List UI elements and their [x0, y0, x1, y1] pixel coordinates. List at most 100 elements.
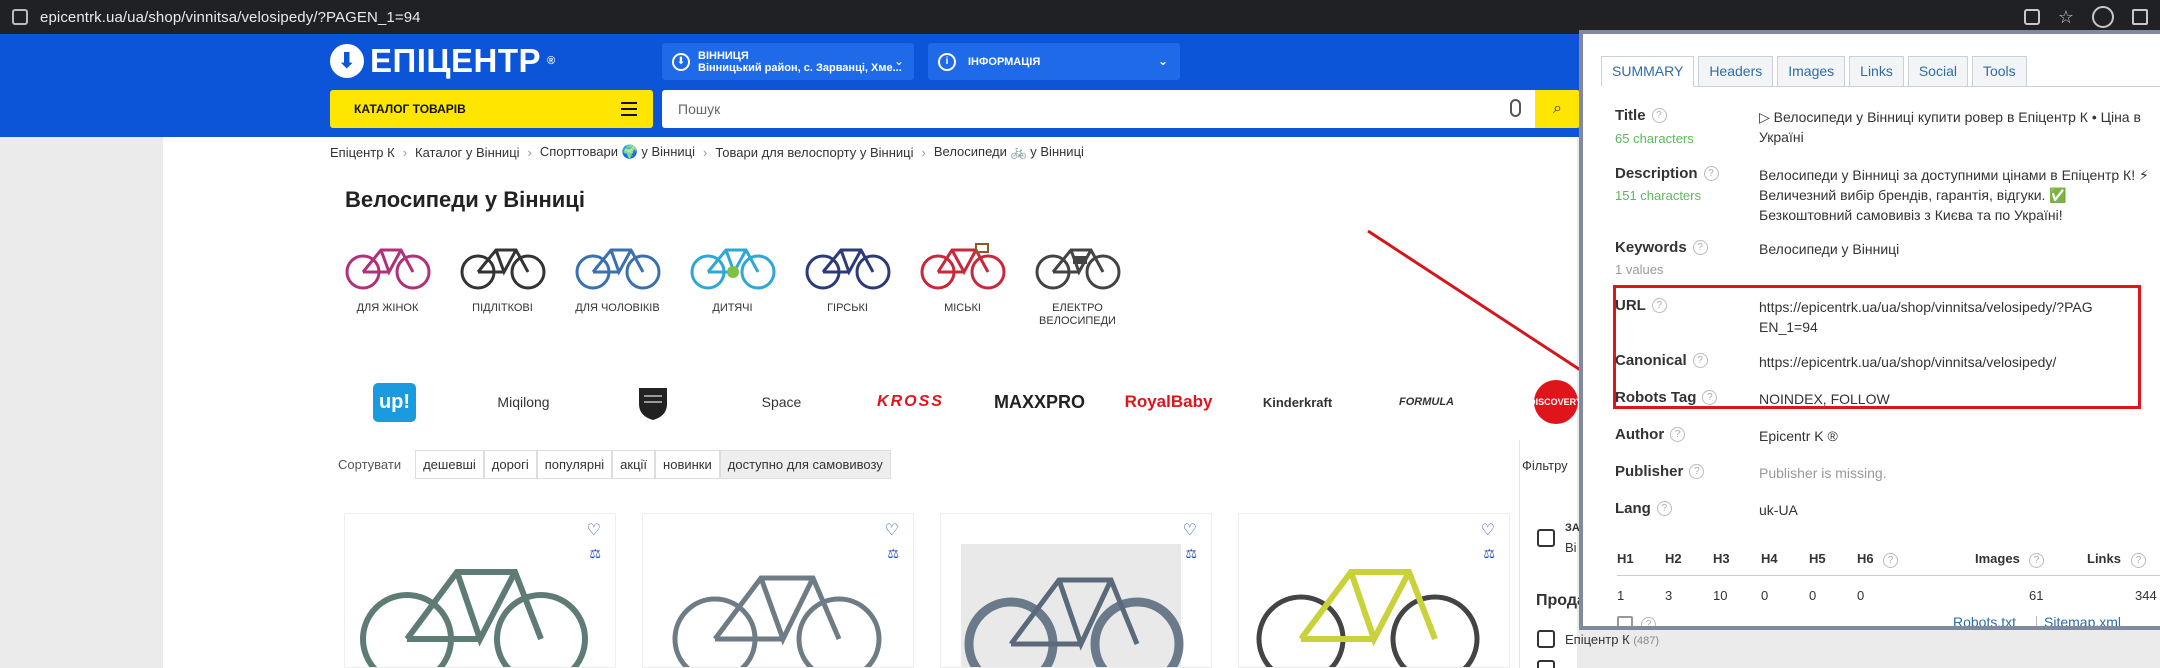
- sort-option[interactable]: новинки: [655, 450, 720, 479]
- help-icon: ?: [1692, 353, 1708, 368]
- help-icon: ?: [1670, 427, 1686, 442]
- compare-icon[interactable]: ⚖: [887, 546, 899, 562]
- category-label: ДЛЯ ЧОЛОВІКІВ: [575, 302, 660, 314]
- sort-option[interactable]: популярні: [536, 450, 613, 479]
- help-icon: ?: [1703, 166, 1719, 181]
- location-selector[interactable]: ⬇ ВІННИЦЯ Вінницький район, с. Зарванці,…: [662, 43, 914, 80]
- catalog-button[interactable]: КАТАЛОГ ТОВАРІВ: [330, 90, 653, 128]
- availability-checkbox[interactable]: [1537, 529, 1555, 547]
- category-label: ЕЛЕКТРО ВЕЛОСИПЕДИ: [1039, 302, 1116, 327]
- heading-count-label: H3: [1713, 551, 1730, 566]
- tab-images[interactable]: Images: [1777, 56, 1846, 87]
- search-button[interactable]: ⌕: [1535, 90, 1580, 128]
- catalog-label: КАТАЛОГ ТОВАРІВ: [354, 102, 466, 116]
- canonical-value[interactable]: https://epicentrk.ua/ua/shop/vinnitsa/ve…: [1759, 352, 2159, 372]
- search-icon: ⌕: [1553, 100, 1562, 117]
- seller-checkbox[interactable]: [1537, 660, 1555, 668]
- compare-icon[interactable]: ⚖: [1185, 546, 1197, 562]
- images-count-value: 61: [2029, 588, 2044, 603]
- category-item[interactable]: ДИТЯЧІ: [675, 230, 790, 328]
- globe-icon[interactable]: [2092, 6, 2114, 28]
- brand-item[interactable]: KROSS: [846, 368, 975, 436]
- brand-logo-kross: KROSS: [877, 393, 944, 410]
- keywords-count: 1 values: [1615, 262, 1664, 277]
- brand-item[interactable]: Kinderkraft: [1233, 368, 1362, 436]
- description-value: Велосипеди у Вінниці за доступними цінам…: [1759, 167, 2149, 223]
- heart-icon[interactable]: ♡: [587, 520, 601, 540]
- product-card[interactable]: ♡ ⚖: [344, 513, 616, 668]
- brand-item[interactable]: Miqilong: [459, 368, 588, 436]
- search-input[interactable]: Пошук: [662, 90, 1535, 128]
- extensions-icon[interactable]: [2132, 9, 2148, 25]
- sort-option[interactable]: доступно для самовивозу: [719, 450, 891, 479]
- product-card[interactable]: ♡ ⚖: [1238, 513, 1510, 668]
- brand-list: up! Miqilong Space KROSS MAXXPRO RoyalBa…: [330, 368, 1620, 436]
- bicycle-icon: [345, 248, 430, 290]
- seller-checkbox[interactable]: [1537, 630, 1555, 648]
- info-label: ІНФОРМАЦІЯ: [968, 55, 1041, 68]
- category-item[interactable]: ДЛЯ ЧОЛОВІКІВ: [560, 230, 675, 328]
- bookmark-star-icon[interactable]: ☆: [2058, 7, 2074, 28]
- category-item[interactable]: МІСЬКІ: [905, 230, 1020, 328]
- category-label: ГІРСЬКІ: [827, 302, 868, 314]
- breadcrumb-item[interactable]: Каталог у Вінниці: [415, 145, 520, 160]
- brand-item[interactable]: RoyalBaby: [1104, 368, 1233, 436]
- sort-option[interactable]: дешевші: [415, 450, 484, 479]
- chart-icon[interactable]: [1617, 616, 1633, 626]
- sort-option[interactable]: дорогі: [483, 450, 537, 479]
- brand-item[interactable]: up!: [330, 368, 459, 436]
- heading-count-value: 0: [1857, 588, 1865, 603]
- heart-icon[interactable]: ♡: [885, 520, 899, 540]
- category-item[interactable]: ГІРСЬКІ: [790, 230, 905, 328]
- url-field[interactable]: epicentrk.ua/ua/shop/vinnitsa/velosipedy…: [40, 9, 421, 26]
- title-key: Title?: [1615, 107, 1667, 124]
- help-icon: ?: [1689, 464, 1705, 479]
- brand-item[interactable]: [588, 368, 717, 436]
- heading-count-value: 0: [1809, 588, 1817, 603]
- headings-divider: [1617, 575, 2160, 576]
- url-value[interactable]: https://epicentrk.ua/ua/shop/vinnitsa/ve…: [1759, 297, 2099, 337]
- tab-social[interactable]: Social: [1907, 56, 1968, 87]
- tab-summary[interactable]: SUMMARY: [1601, 56, 1695, 87]
- site-logo[interactable]: ⬇ ЕПІЦЕНТР ®: [330, 42, 556, 80]
- breadcrumb-item[interactable]: Велосипеди 🚲 у Вінниці: [934, 144, 1084, 160]
- sitemap-link[interactable]: Sitemap.xml: [2044, 614, 2121, 626]
- brand-item[interactable]: Space: [717, 368, 846, 436]
- compare-icon[interactable]: ⚖: [589, 546, 601, 562]
- install-app-icon[interactable]: [2023, 9, 2040, 25]
- category-item[interactable]: ПІДЛІТКОВІ: [445, 230, 560, 328]
- search-placeholder: Пошук: [678, 101, 721, 117]
- category-item[interactable]: ДЛЯ ЖІНОК: [330, 230, 445, 328]
- category-list: ДЛЯ ЖІНОК ПІДЛІТКОВІ ДЛЯ ЧОЛОВІКІВ ДИТЯЧ…: [330, 230, 1135, 328]
- info-menu[interactable]: i ІНФОРМАЦІЯ ⌄: [928, 43, 1180, 80]
- availability-label: ЗА: [1565, 522, 1580, 534]
- category-item[interactable]: ЕЛЕКТРО ВЕЛОСИПЕДИ: [1020, 230, 1135, 328]
- sort-option[interactable]: акції: [612, 450, 656, 479]
- category-label: ПІДЛІТКОВІ: [472, 302, 533, 314]
- robots-txt-link[interactable]: Robots.txt: [1953, 614, 2016, 626]
- brand-item[interactable]: MAXXPRO: [975, 368, 1104, 436]
- heart-icon[interactable]: ♡: [1481, 520, 1495, 540]
- breadcrumb-item[interactable]: Епіцентр К: [330, 145, 395, 160]
- bicycle-icon: [460, 248, 545, 290]
- site-settings-icon[interactable]: [12, 9, 28, 25]
- lang-key: Lang?: [1615, 500, 1672, 517]
- tab-tools[interactable]: Tools: [1971, 56, 2027, 87]
- microphone-icon[interactable]: [1510, 99, 1521, 117]
- product-card[interactable]: ♡ ⚖: [642, 513, 914, 668]
- brand-item[interactable]: FORMULA: [1362, 368, 1491, 436]
- publisher-value: Publisher is missing.: [1759, 465, 1887, 481]
- heading-count-label: H6: [1857, 551, 1874, 566]
- breadcrumb-item[interactable]: Товари для велоспорту у Вінниці: [715, 145, 913, 160]
- compare-icon[interactable]: ⚖: [1483, 546, 1495, 562]
- seller-option: Епіцентр К (487): [1565, 632, 1659, 647]
- product-image: [360, 569, 588, 667]
- product-card[interactable]: ♡ ⚖: [940, 513, 1212, 668]
- category-label: МІСЬКІ: [944, 302, 981, 314]
- heart-icon[interactable]: ♡: [1183, 520, 1197, 540]
- tab-headers[interactable]: Headers: [1698, 56, 1774, 87]
- tab-links[interactable]: Links: [1849, 56, 1904, 87]
- heading-count-label: H5: [1809, 551, 1826, 566]
- breadcrumb-item[interactable]: Спорттовари 🌍 у Вінниці: [540, 144, 695, 160]
- help-icon: ?: [1883, 553, 1898, 568]
